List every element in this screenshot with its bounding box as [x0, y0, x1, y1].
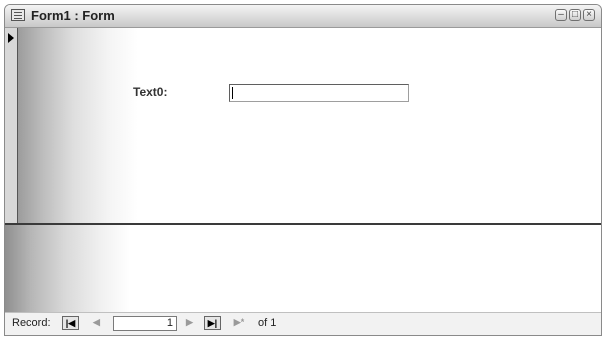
new-record-button[interactable]: ▶* — [228, 316, 250, 330]
text0-label: Text0: — [133, 85, 168, 99]
previous-record-icon: ◀ — [93, 317, 100, 327]
window-title: Form1 : Form — [31, 8, 115, 23]
close-button[interactable]: × — [583, 9, 595, 21]
form-window: Form1 : Form – □ × Text0: Record: |◀ ◀ 1… — [4, 4, 602, 336]
record-navigation-bar: Record: |◀ ◀ 1 ▶ ▶| ▶* of 1 — [5, 312, 601, 335]
record-selector[interactable] — [5, 28, 18, 223]
title-bar[interactable]: Form1 : Form – □ × — [5, 5, 601, 28]
form-detail-section: Text0: — [18, 28, 601, 223]
previous-record-button[interactable]: ◀ — [88, 316, 105, 330]
record-number-input[interactable]: 1 — [113, 316, 177, 331]
first-record-button[interactable]: |◀ — [62, 316, 79, 330]
first-record-icon: |◀ — [65, 318, 76, 328]
restore-button[interactable]: □ — [569, 9, 581, 21]
new-record-icon: ▶* — [233, 317, 245, 327]
current-record-icon — [8, 33, 14, 43]
minimize-button[interactable]: – — [555, 9, 567, 21]
record-label: Record: — [12, 317, 51, 329]
text0-textbox[interactable] — [229, 84, 409, 102]
last-record-icon: ▶| — [207, 318, 218, 328]
last-record-button[interactable]: ▶| — [204, 316, 221, 330]
next-record-button[interactable]: ▶ — [181, 316, 198, 330]
form-icon — [11, 9, 25, 21]
next-record-icon: ▶ — [186, 317, 193, 327]
text-cursor — [232, 87, 233, 99]
record-count: of 1 — [258, 317, 277, 329]
form-footer-area — [5, 225, 601, 315]
